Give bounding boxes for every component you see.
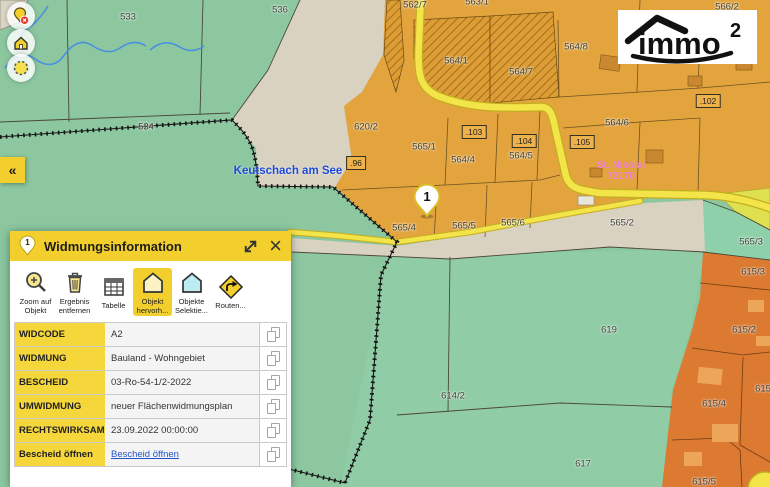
home-button[interactable] xyxy=(7,29,35,57)
row-label: WIDMUNG xyxy=(15,347,105,370)
row-label: RECHTSWIRKSAM xyxy=(15,419,105,442)
attribute-table: WIDCODE A2 WIDMUNG Bauland - Wohngebiet … xyxy=(14,322,287,467)
expand-diagonal-icon xyxy=(242,238,259,255)
copy-button[interactable] xyxy=(259,443,286,466)
highlight-object-button[interactable]: Objekt hervorh... xyxy=(133,268,172,316)
place-label: Keutschach am See xyxy=(234,165,343,177)
row-value: neuer Flächenwidmungsplan xyxy=(105,395,259,418)
highlight-object-icon xyxy=(140,270,166,296)
tool-label: entfernen xyxy=(59,306,91,315)
pin-badge-icon xyxy=(12,7,30,26)
map-application: 533536534562/7563/1566/2564/1564/7564/8.… xyxy=(0,0,770,487)
logo-text: immo xyxy=(638,26,721,61)
copy-icon xyxy=(267,447,280,462)
table-button[interactable]: Tabelle xyxy=(94,268,133,316)
row-label: Bescheid öffnen xyxy=(15,443,105,466)
panel-toolbar: Zoom auf Objekt Ergebnis entfernen xyxy=(10,261,291,318)
district-label: St. Nikolai 72170 xyxy=(597,160,645,182)
result-marker[interactable]: 1 xyxy=(413,183,441,219)
panel-close-button[interactable]: × xyxy=(269,236,282,256)
copy-icon xyxy=(267,375,280,390)
district-label-name: St. Nikolai xyxy=(597,160,645,171)
row-value: Bauland - Wohngebiet xyxy=(105,347,259,370)
tool-label: Routen... xyxy=(215,301,245,310)
tool-label: Tabelle xyxy=(102,301,126,310)
tool-label: hervorh... xyxy=(137,306,169,315)
home-icon xyxy=(12,35,30,51)
select-objects-icon xyxy=(179,270,205,296)
table-icon xyxy=(101,274,127,300)
panel-header: 1 Widmungsinformation × xyxy=(10,231,291,261)
copy-button[interactable] xyxy=(259,419,286,442)
row-label: UMWIDMUNG xyxy=(15,395,105,418)
table-row: Bescheid öffnen Bescheid öffnen xyxy=(15,443,286,467)
marker-tool-button[interactable] xyxy=(7,2,35,30)
table-row: WIDMUNG Bauland - Wohngebiet xyxy=(15,347,286,371)
copy-button[interactable] xyxy=(259,371,286,394)
circle-select-button[interactable] xyxy=(7,54,35,82)
row-label: WIDCODE xyxy=(15,323,105,346)
open-bescheid-link[interactable]: Bescheid öffnen xyxy=(111,449,179,460)
panel-expand-button[interactable] xyxy=(242,238,259,255)
remove-result-icon xyxy=(62,270,88,296)
zoom-to-object-icon xyxy=(23,270,49,296)
copy-button[interactable] xyxy=(259,347,286,370)
row-value: Bescheid öffnen xyxy=(105,443,259,466)
copy-button[interactable] xyxy=(259,323,286,346)
route-button[interactable]: Routen... xyxy=(211,268,250,316)
panel-title: Widmungsinformation xyxy=(44,239,232,254)
tool-label: Objekt xyxy=(25,306,47,315)
logo-superscript: 2 xyxy=(730,20,741,42)
remove-result-button[interactable]: Ergebnis entfernen xyxy=(55,268,94,316)
copy-button[interactable] xyxy=(259,395,286,418)
table-row: WIDCODE A2 xyxy=(15,323,286,347)
panel-badge-pin: 1 xyxy=(19,235,36,257)
row-value: 23.09.2022 00:00:00 xyxy=(105,419,259,442)
row-label: BESCHEID xyxy=(15,371,105,394)
immo2-logo-graphic: immo 2 xyxy=(618,10,757,64)
marker-number: 1 xyxy=(413,189,441,204)
table-row: RECHTSWIRKSAM 23.09.2022 00:00:00 xyxy=(15,419,286,443)
widmungsinformation-panel: 1 Widmungsinformation × Zoom auf xyxy=(10,231,291,487)
circle-tool-icon xyxy=(12,59,30,77)
panel-badge-number: 1 xyxy=(19,238,36,247)
copy-icon xyxy=(267,399,280,414)
district-label-number: 72170 xyxy=(597,171,645,182)
immo2-logo: immo 2 xyxy=(618,10,757,64)
table-row: UMWIDMUNG neuer Flächenwidmungsplan xyxy=(15,395,286,419)
row-value: 03-Ro-54-1/2-2022 xyxy=(105,371,259,394)
tool-label: Selektie... xyxy=(175,306,208,315)
table-row: BESCHEID 03-Ro-54-1/2-2022 xyxy=(15,371,286,395)
select-objects-button[interactable]: Objekte Selektie... xyxy=(172,268,211,316)
sidebar-collapse-button[interactable]: « xyxy=(0,157,25,183)
copy-icon xyxy=(267,423,280,438)
row-value: A2 xyxy=(105,323,259,346)
copy-icon xyxy=(267,351,280,366)
copy-icon xyxy=(267,327,280,342)
zoom-to-object-button[interactable]: Zoom auf Objekt xyxy=(16,268,55,316)
route-icon xyxy=(218,274,244,300)
